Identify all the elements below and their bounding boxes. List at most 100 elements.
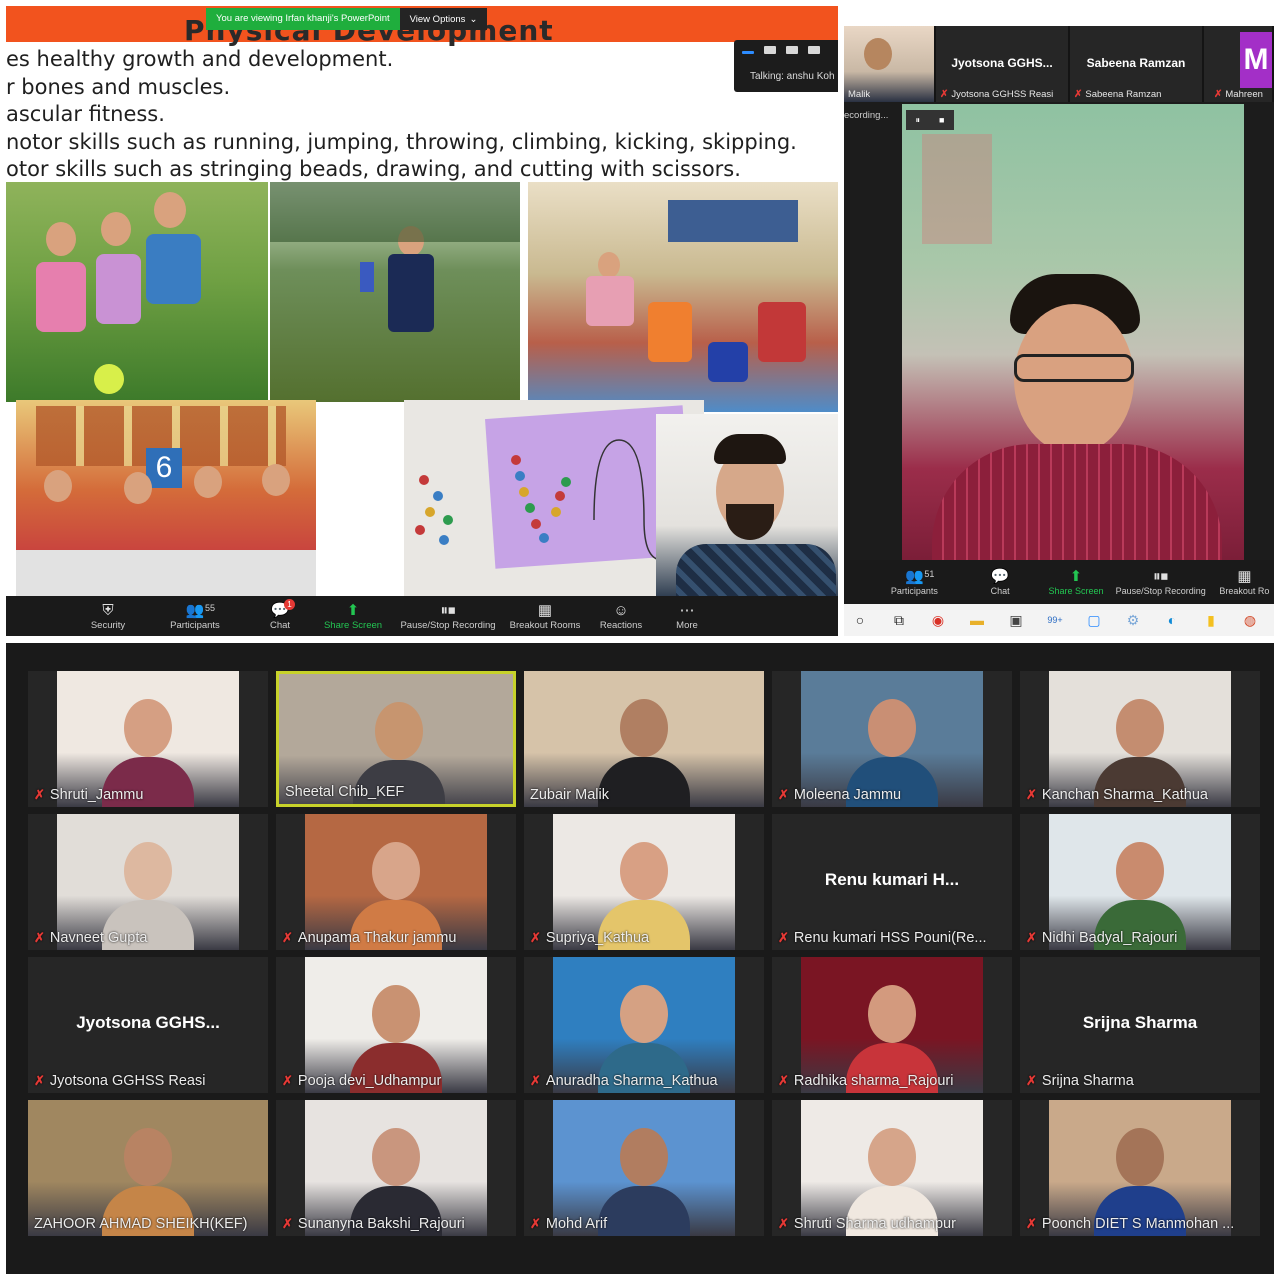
recording-button[interactable]: ⏸⏹ Pause/Stop Recording (396, 602, 500, 631)
participant-tile[interactable]: ✗ Pooja devi_Udhampur (276, 957, 516, 1093)
active-speaker-video (902, 104, 1244, 560)
pause-icon[interactable]: ⏸ (916, 115, 921, 126)
bullet-line: ascular fitness. (6, 102, 165, 126)
breakout-rooms-icon: ▦ (1237, 568, 1252, 585)
participant-name: Sunanyna Bakshi_Rajouri (297, 1216, 465, 1232)
participant-tile[interactable]: ✗ Radhika sharma_Rajouri (772, 957, 1012, 1093)
muted-mic-icon: ✗ (778, 1073, 789, 1088)
notes-icon[interactable]: ▮ (1201, 610, 1221, 630)
strip-tile[interactable]: Jyotsona GGHS... ✗ Jyotsona GGHSS Reasi (936, 26, 1070, 102)
muted-mic-icon: ✗ (1026, 1216, 1037, 1231)
security-button[interactable]: ⛨ Security (76, 602, 140, 631)
breakout-rooms-button[interactable]: ▦ Breakout Ro (1215, 568, 1274, 596)
participants-icon: 👥 (905, 568, 924, 585)
participants-button[interactable]: 👥 51 Participants (874, 568, 955, 596)
recording-button[interactable]: ⏸⏹ Pause/Stop Recording (1107, 568, 1215, 596)
store-icon[interactable]: ▣ (1006, 610, 1026, 630)
participant-face (124, 699, 172, 757)
settings-icon[interactable]: ⚙ (1123, 610, 1143, 630)
participant-name: Kanchan Sharma_Kathua (1041, 787, 1208, 803)
edge-icon[interactable]: ◐ (1162, 610, 1182, 630)
participant-tile[interactable]: ✗ Nidhi Badyal_Rajouri (1020, 814, 1260, 950)
participant-tile[interactable]: ✗ Navneet Gupta (28, 814, 268, 950)
participant-tile[interactable]: ✗ Poonch DIET S Manmohan ... (1020, 1100, 1260, 1236)
participant-tile[interactable]: ZAHOOR AHMAD SHEIKH(KEF) (28, 1100, 268, 1236)
chevron-down-icon: ⌄ (469, 13, 478, 25)
participant-tile[interactable]: ✗ Anupama Thakur jammu (276, 814, 516, 950)
participant-face (124, 842, 172, 900)
share-banner: You are viewing Irfan khanji's PowerPoin… (206, 8, 488, 30)
muted-mic-icon: ✗ (1026, 930, 1037, 945)
participant-tile[interactable]: ✗ Mohd Arif (524, 1100, 764, 1236)
participant-face (868, 985, 916, 1043)
share-screen-button[interactable]: ⬆ Share Screen (1045, 568, 1106, 596)
task-view-icon[interactable]: ⧉ (889, 610, 909, 630)
folder-icon[interactable]: ▬ (967, 610, 987, 630)
muted-mic-icon: ✗ (34, 930, 45, 945)
windows-taskbar: ○ ⧉ ◉ ▬ ▣ 99+ ▢ ⚙ ◐ ▮ ◍ (844, 604, 1274, 636)
view-options-button[interactable]: View Options ⌄ (399, 8, 488, 30)
participant-face (620, 842, 668, 900)
participant-name: Supriya_Kathua (545, 930, 650, 946)
participant-name: Pooja devi_Udhampur (297, 1073, 442, 1089)
participant-name-label: ✗ Pooja devi_Udhampur (282, 1073, 441, 1089)
strip-tile[interactable]: Sabeena Ramzan ✗ Sabeena Ramzan (1070, 26, 1204, 102)
strip-name: Jyotsona GGHS... (951, 56, 1053, 70)
powerpoint-icon[interactable]: ◍ (1240, 610, 1260, 630)
participant-name-label: ✗ Jyotsona GGHSS Reasi (34, 1073, 205, 1089)
participants-count: 55 (205, 602, 216, 613)
participants-button[interactable]: 👥 55 Participants (140, 602, 250, 631)
chat-button[interactable]: 💬 1 Chat (250, 598, 310, 631)
participant-tile[interactable]: ✗ Moleena Jammu (772, 671, 1012, 807)
breakout-rooms-button[interactable]: ▦ Breakout Rooms (500, 602, 590, 631)
muted-mic-icon: ✗ (34, 1073, 45, 1088)
more-button[interactable]: ⋯ More (652, 602, 722, 631)
reactions-button[interactable]: ☺ Reactions (590, 602, 652, 631)
shield-icon: ⛨ (102, 601, 114, 619)
chrome-icon[interactable]: ◉ (928, 610, 948, 630)
kids-running-photo (6, 182, 268, 402)
chat-button[interactable]: 💬 Chat (955, 568, 1046, 596)
participant-tile[interactable]: ✗ Shruti_Jammu (28, 671, 268, 807)
participant-tile[interactable]: Renu kumari H... ✗ Renu kumari HSS Pouni(R… (772, 814, 1012, 950)
mail-icon[interactable]: 99+ (1045, 610, 1065, 630)
participant-tile[interactable]: Zubair Malik (524, 671, 764, 807)
participant-tile[interactable]: Sheetal Chib_KEF (276, 671, 516, 807)
participant-face (372, 985, 420, 1043)
muted-mic-icon: ✗ (282, 1073, 293, 1088)
strip-tile[interactable]: Malik (844, 26, 936, 102)
participant-tile[interactable]: Srijna Sharma ✗ Srijna Sharma (1020, 957, 1260, 1093)
recording-status: ecording... (844, 110, 889, 121)
stop-icon[interactable]: ■ (939, 115, 944, 125)
participant-tile[interactable]: ✗ Supriya_Kathua (524, 814, 764, 950)
chat-badge: 1 (284, 598, 295, 610)
muted-mic-icon: ✗ (530, 1073, 541, 1088)
participant-tile[interactable]: ✗ Sunanyna Bakshi_Rajouri (276, 1100, 516, 1236)
strip-tile[interactable]: M ✗ Mahreen (1204, 26, 1274, 102)
share-screen-button[interactable]: ⬆ Share Screen (310, 602, 396, 631)
strip-caption: Mahreen (1225, 89, 1263, 100)
recording-controls[interactable]: ⏸ ■ (906, 110, 954, 130)
participant-name-label: ✗ Radhika sharma_Rajouri (778, 1073, 953, 1089)
participant-face (620, 985, 668, 1043)
participant-face (372, 1128, 420, 1186)
participant-name-label: Zubair Malik (530, 787, 609, 803)
circle-icon[interactable]: ○ (850, 610, 870, 630)
pause-stop-icon: ⏸⏹ (440, 601, 456, 619)
gallery-view-icon[interactable] (808, 46, 820, 54)
participant-name-label: ✗ Anuradha Sharma_Kathua (530, 1073, 718, 1089)
participant-face (1116, 699, 1164, 757)
strip-caption: Jyotsona GGHSS Reasi (951, 89, 1054, 100)
participant-name: Radhika sharma_Rajouri (793, 1073, 954, 1089)
more-icon: ⋯ (679, 601, 695, 619)
participant-tile[interactable]: ✗ Anuradha Sharma_Kathua (524, 957, 764, 1093)
participant-tile[interactable]: ✗ Kanchan Sharma_Kathua (1020, 671, 1260, 807)
participant-name-label: ✗ Sunanyna Bakshi_Rajouri (282, 1216, 465, 1232)
participant-tile[interactable]: ✗ Shruti Sharma udhampur (772, 1100, 1012, 1236)
participant-face (372, 842, 420, 900)
slide-bullets: es healthy growth and development. r bon… (6, 46, 797, 184)
muted-mic-icon: ✗ (282, 930, 293, 945)
chat-icon: 💬 (990, 568, 1010, 585)
participant-tile[interactable]: Jyotsona GGHS... ✗ Jyotsona GGHSS Reasi (28, 957, 268, 1093)
zoom-icon[interactable]: ▢ (1084, 610, 1104, 630)
